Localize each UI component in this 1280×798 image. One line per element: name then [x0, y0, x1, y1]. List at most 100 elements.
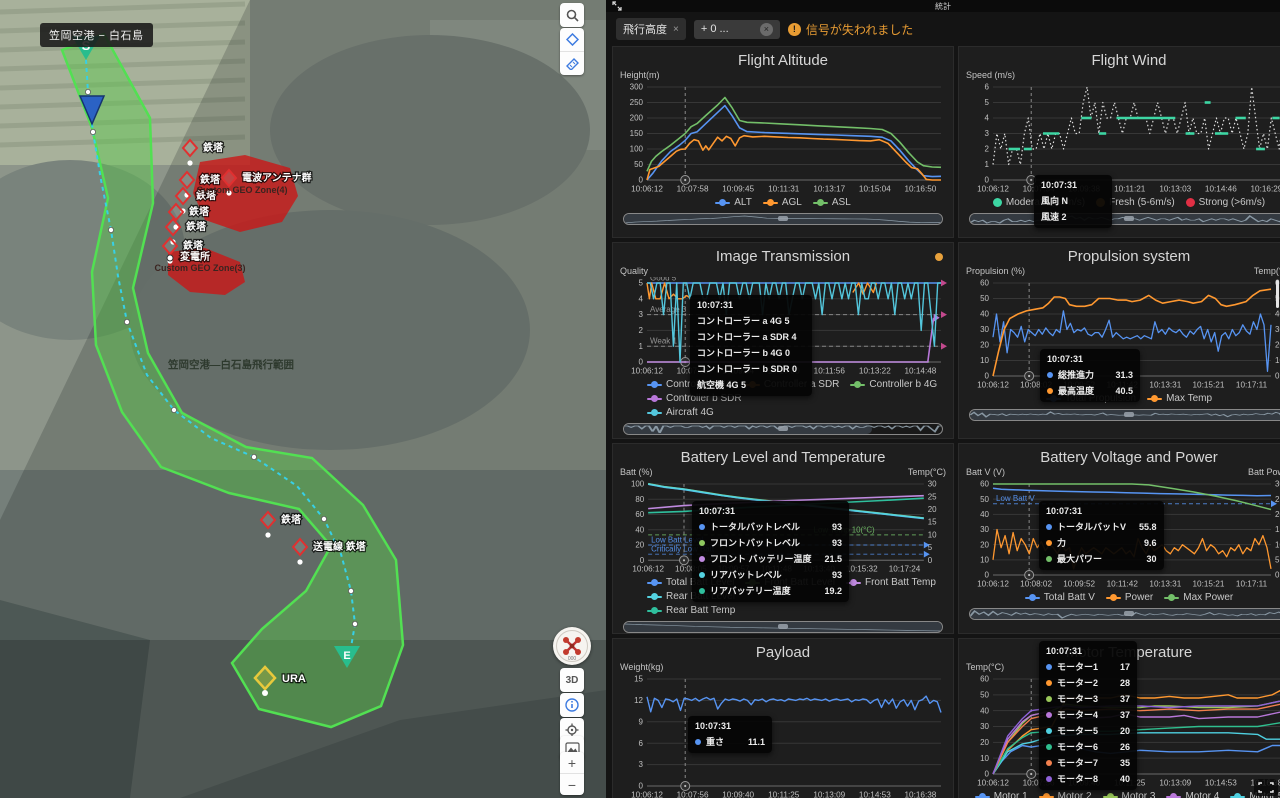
chart-time-scrollbar[interactable]: [969, 608, 1280, 620]
svg-text:20: 20: [635, 541, 644, 550]
series-agl: [647, 136, 941, 180]
y-axis-left-label: Height(m): [620, 70, 660, 81]
legend-item-motor-2[interactable]: Motor 2: [1039, 790, 1092, 798]
scrollbar-handle[interactable]: [1124, 412, 1134, 417]
legend-item-asl[interactable]: ASL: [813, 196, 851, 209]
zoom-out-button[interactable]: −: [560, 773, 584, 795]
legend-item-controller-b-4g[interactable]: Controller b 4G: [850, 378, 937, 391]
legend-item-motor-3[interactable]: Motor 3: [1103, 790, 1156, 798]
svg-text:40: 40: [635, 525, 644, 534]
tooltip-series-dot: [699, 540, 705, 546]
map[interactable]: SE鉄塔鉄塔鉄塔鉄塔鉄塔鉄塔電波アンテナ群変電所鉄塔送電線 鉄塔URACusto…: [0, 0, 606, 798]
map-3d-label: 3D: [566, 675, 579, 686]
geo-zone-label: Custom GEO Zone(4): [196, 185, 287, 195]
map-canvas[interactable]: SE鉄塔鉄塔鉄塔鉄塔鉄塔鉄塔電波アンテナ群変電所鉄塔送電線 鉄塔URACusto…: [0, 0, 606, 798]
chart-tooltip: 10:07:31総推進力31.3最高温度40.5: [1040, 349, 1140, 402]
geo-marker-label: 鉄塔: [186, 220, 207, 233]
legend-item-agl[interactable]: AGL: [763, 196, 802, 209]
waypoint-dot: [90, 129, 95, 134]
svg-text:20: 20: [980, 540, 989, 549]
svg-text:4: 4: [985, 114, 990, 123]
y-axis-left-label: Temp(°C): [966, 662, 1004, 673]
map-svg[interactable]: SE鉄塔鉄塔鉄塔鉄塔鉄塔鉄塔電波アンテナ群変電所鉄塔送電線 鉄塔URACusto…: [0, 0, 606, 798]
legend-item-power[interactable]: Power: [1106, 591, 1153, 604]
filter-chip-altitude[interactable]: 飛行高度 ×: [616, 18, 686, 40]
tooltip-label: モーター4: [1057, 708, 1107, 721]
stats-scrollbar-thumb[interactable]: [1276, 280, 1279, 308]
tooltip-value: 28: [1120, 678, 1130, 688]
scrollbar-handle[interactable]: [1124, 611, 1134, 616]
legend-item-motor-1[interactable]: Motor 1: [975, 790, 1028, 798]
geo-marker-dot[interactable]: [167, 255, 173, 261]
tooltip-series-dot: [1046, 664, 1052, 670]
chart-time-scrollbar[interactable]: [623, 621, 943, 633]
axis-labels: Weight(kg): [613, 662, 953, 673]
clear-filter-icon[interactable]: ×: [760, 23, 773, 36]
svg-text:0: 0: [639, 782, 644, 791]
map-info-button[interactable]: [560, 693, 584, 717]
legend-line-icon: [1039, 796, 1054, 798]
chart-time-scrollbar[interactable]: [969, 213, 1280, 225]
svg-text:50: 50: [980, 690, 989, 699]
svg-text:10:09:45: 10:09:45: [722, 185, 754, 194]
series-weight: [647, 696, 941, 712]
legend-item-max-temp[interactable]: Max Temp: [1147, 392, 1212, 405]
chart-time-scrollbar[interactable]: [623, 423, 943, 435]
draw-polygon-button[interactable]: [560, 28, 584, 51]
chart-flight-altitude[interactable]: 05010015020025030010:06:1210:07:5810:09:…: [617, 81, 951, 195]
svg-text:10:13:31: 10:13:31: [1149, 580, 1181, 589]
chart-time-scrollbar[interactable]: [623, 213, 943, 225]
tooltip-label: フロント バッテリー温度: [710, 552, 812, 565]
svg-text:0: 0: [928, 556, 933, 565]
svg-text:25: 25: [928, 492, 937, 501]
chart-time-scrollbar[interactable]: [969, 409, 1280, 421]
scrollbar-handle[interactable]: [778, 426, 788, 431]
legend-line-icon: [647, 610, 662, 612]
axis-labels: Batt (%)Temp(°C): [613, 467, 953, 478]
tooltip-value: 37: [1120, 710, 1130, 720]
chart-payload[interactable]: 0369121510:06:1210:07:5610:09:4010:11:25…: [617, 673, 951, 798]
chip-close-icon[interactable]: ×: [673, 24, 679, 35]
chart-flight-wind[interactable]: 012345610:06:1210:07:5410:09:3810:11:211…: [963, 81, 1280, 195]
map-3d-button[interactable]: 3D: [560, 668, 584, 692]
axis-labels: Propulsion (%)Temp(°C): [959, 266, 1280, 277]
legend-item-alt[interactable]: ALT: [715, 196, 752, 209]
legend-item-front-batt-temp[interactable]: Front Batt Temp: [846, 576, 936, 589]
filter-chip-add[interactable]: + 0 ... ×: [694, 20, 780, 39]
screen-corner-icon[interactable]: [1254, 779, 1278, 796]
svg-text:4: 4: [639, 294, 644, 303]
svg-text:10:11:25: 10:11:25: [768, 791, 800, 798]
stats-sidebar: 統計 飛行高度 × + 0 ... × ! 信号が失われました Flight A…: [606, 0, 1280, 798]
measure-button[interactable]: [560, 51, 584, 75]
waypoint-dot: [171, 407, 176, 412]
legend-label: Motor 2: [1058, 790, 1092, 798]
ruler-icon: [565, 58, 580, 70]
legend-item-strong-(>6m/s)[interactable]: Strong (>6m/s): [1186, 196, 1265, 209]
scrollbar-handle[interactable]: [778, 216, 788, 221]
svg-text:10:16:29: 10:16:29: [1250, 185, 1280, 194]
y-axis-right-label: Temp(°C): [908, 467, 946, 478]
legend-item-max-power[interactable]: Max Power: [1164, 591, 1233, 604]
legend-item-rear-batt-temp[interactable]: Rear Batt Temp: [647, 604, 735, 617]
tooltip-series-dot: [699, 572, 705, 578]
svg-text:60: 60: [635, 510, 644, 519]
legend-item-total-batt-v[interactable]: Total Batt V: [1025, 591, 1095, 604]
svg-text:30: 30: [928, 479, 937, 488]
map-search-button[interactable]: [560, 3, 584, 27]
svg-text:10:13:09: 10:13:09: [813, 791, 845, 798]
tooltip-value: 20: [1120, 726, 1130, 736]
drone-heading-compass[interactable]: 000: [553, 627, 591, 665]
svg-text:Good 5: Good 5: [650, 277, 677, 283]
chart-legend: ALT AGL ASL: [613, 195, 953, 209]
tooltip-label: フロントバットレベル: [710, 536, 819, 549]
tooltip-row: フロントバットレベル93: [699, 536, 842, 549]
legend-item-aircraft-4g[interactable]: Aircraft 4G: [647, 406, 714, 419]
legend-item-motor-4[interactable]: Motor 4: [1166, 790, 1219, 798]
panel-warning-icon[interactable]: [935, 253, 943, 261]
panel-flight-wind: Flight WindSpeed (m/s)012345610:06:1210:…: [958, 46, 1280, 238]
svg-text:10:07:56: 10:07:56: [677, 791, 709, 798]
svg-text:10:14:53: 10:14:53: [1205, 779, 1237, 788]
zoom-in-button[interactable]: +: [560, 752, 584, 773]
scrollbar-handle[interactable]: [1124, 216, 1134, 221]
scrollbar-handle[interactable]: [778, 624, 788, 629]
